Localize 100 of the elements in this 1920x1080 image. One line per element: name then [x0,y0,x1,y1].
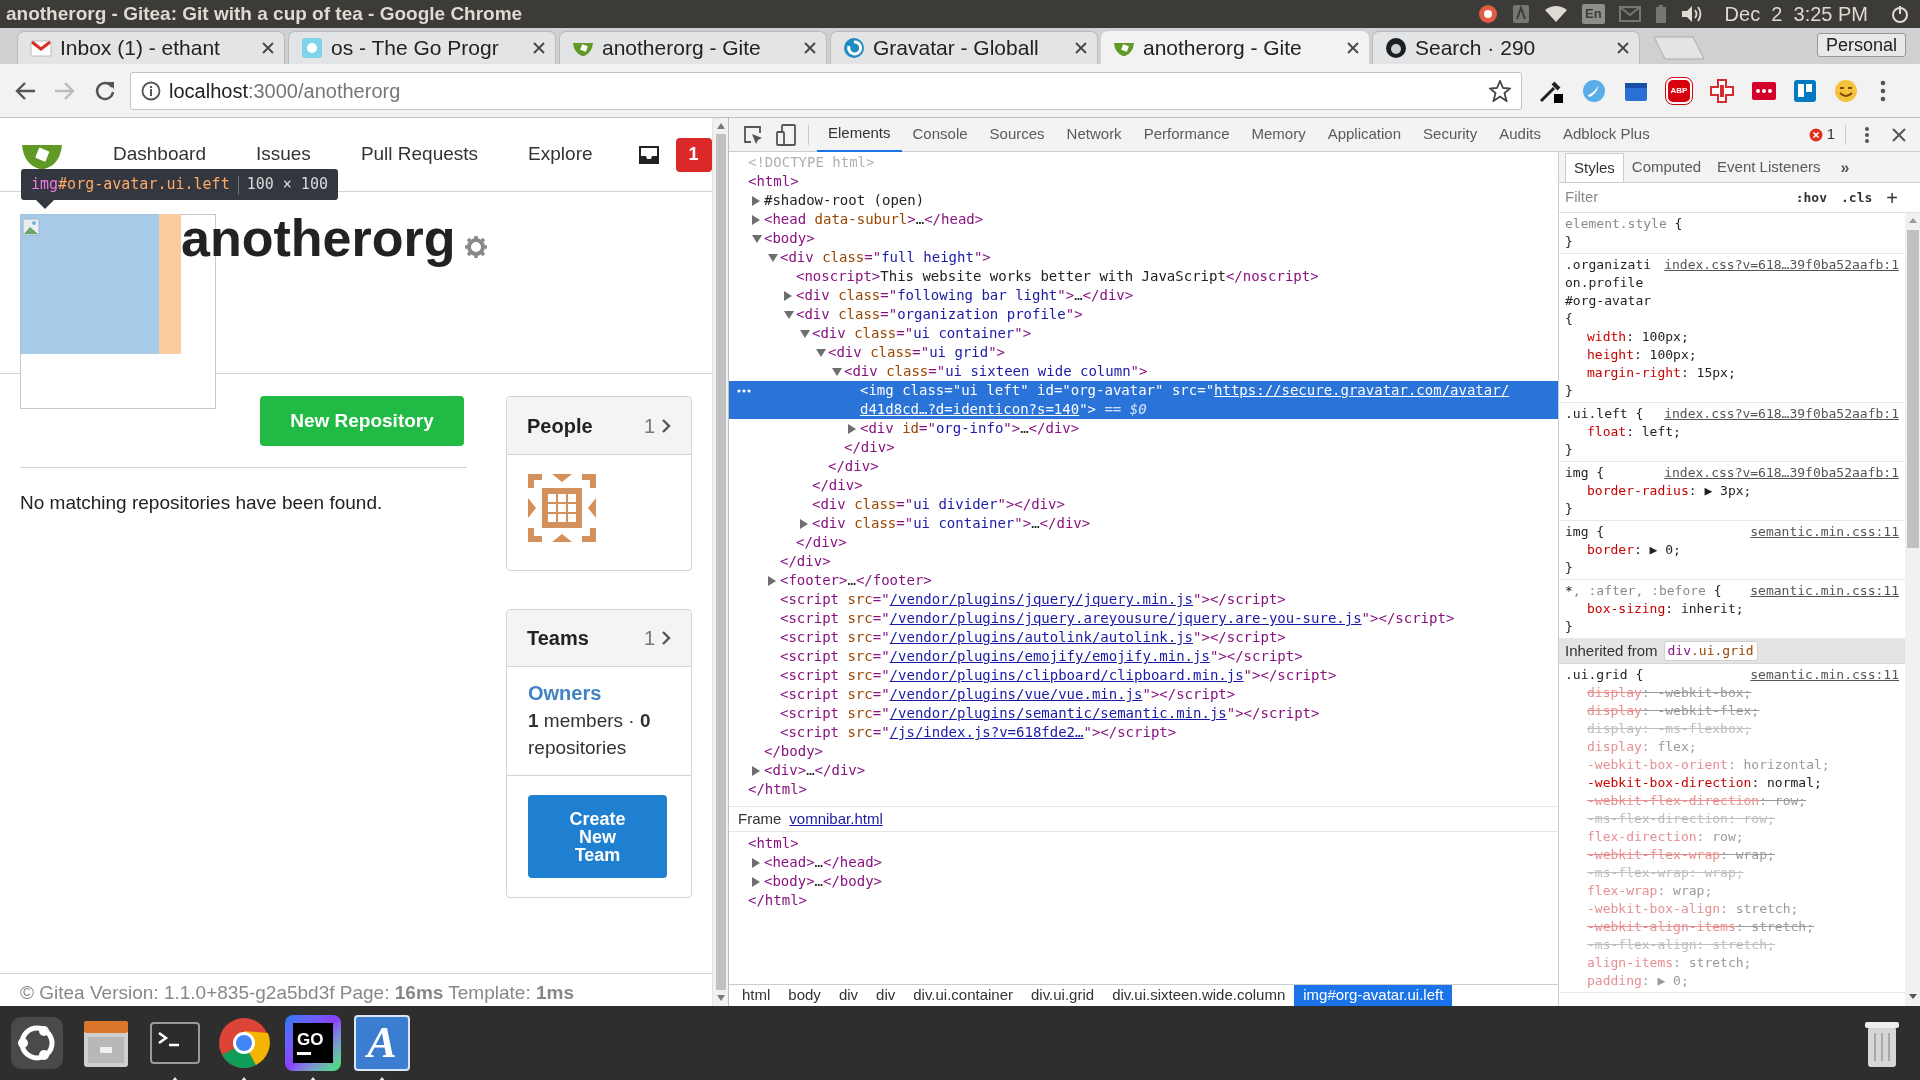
nav-link[interactable]: Dashboard [113,140,206,169]
css-declaration[interactable]: width: 100px; [1565,328,1899,346]
envelope-icon[interactable] [1618,6,1641,22]
cross-icon[interactable] [1710,78,1734,103]
dom-node[interactable]: <div class="full height"> [780,248,991,267]
css-declaration[interactable]: border-radius: ▶ 3px; [1565,482,1899,500]
dom-node[interactable]: <head data-suburl>…</head> [764,210,984,229]
dom-node[interactable]: <div class="ui divider"></div> [812,495,1065,514]
triangle-down-icon[interactable] [832,367,842,376]
breadcrumb[interactable]: img#org-avatar.ui.left [1294,985,1453,1006]
close-icon[interactable] [1892,127,1906,142]
triangle-down-icon[interactable] [816,348,826,357]
new-rule-button[interactable]: + [1886,187,1898,208]
dom-node[interactable]: <img class="ui left" id="org-avatar" src="https://secure.gravatar.com/avatar/ d41d8cd…?d=identicon?s=140"> == $0 [860,381,1558,419]
devtools-tab[interactable]: Sources [978,117,1056,152]
dom-node[interactable]: <div class="organization profile"> [796,305,1083,324]
nav-link[interactable]: Issues [255,140,311,169]
stylesheet-link[interactable]: semantic.min.css:11 [1750,666,1899,684]
close-icon[interactable] [804,42,816,54]
breadcrumb[interactable]: div.ui.sixteen.wide.column [1103,985,1295,1006]
battery-icon[interactable] [1654,4,1667,24]
notification-badge[interactable]: 1 [675,137,712,172]
breadcrumb[interactable]: div [867,985,905,1006]
dom-node[interactable]: <div id="org-info">…</div> [860,419,1080,438]
dom-node[interactable]: <div class="ui container">…</div> [812,514,1091,533]
devtools-tab[interactable]: Audits [1488,117,1552,152]
app-launcher[interactable]: A [354,1015,410,1071]
close-icon[interactable] [1617,42,1629,54]
more-icon[interactable] [737,389,751,393]
power-icon[interactable] [1890,4,1910,24]
devtools-tab[interactable]: Performance [1132,117,1241,152]
source-link[interactable]: /vendor/plugins/autolink/autolink.js [889,628,1194,647]
css-declaration[interactable]: border: ▶ 0; [1565,541,1899,559]
dom-node[interactable]: <head>…</head> [764,853,883,872]
chrome-icon[interactable] [216,1015,272,1071]
devtools-tab[interactable]: Memory [1240,117,1317,152]
triangle-down-icon[interactable] [800,329,810,338]
dom-node[interactable]: #shadow-root (open) [764,191,925,210]
clock[interactable]: Dec 2 3:25 PM [1724,0,1868,29]
styles-tab[interactable]: Styles [1565,153,1624,182]
close-icon[interactable] [533,42,545,54]
browser-tab[interactable]: Gravatar - Globall [830,31,1098,64]
dom-node[interactable]: <body>…</body> [764,872,883,891]
wifi-icon[interactable] [1543,5,1568,23]
dom-node[interactable]: <script src="/vendor/plugins/jquery/jquery.min.js"></script> [780,590,1286,609]
team-link[interactable]: Owners [528,680,670,707]
triangle-down-icon[interactable] [752,234,762,243]
stylesheet-link[interactable]: index.css?v=618…39f0ba52aafb:1 [1664,464,1899,482]
close-icon[interactable] [1075,42,1087,54]
dom-node[interactable]: <script src="/vendor/plugins/semantic/semantic.min.js"></script> [780,704,1320,723]
triangle-right-icon[interactable] [784,290,792,301]
create-team-button[interactable]: Create New Team [528,795,667,878]
dom-node[interactable]: <script src="/vendor/plugins/emojify/emojify.min.js"></script> [780,647,1303,666]
volume-icon[interactable] [1680,5,1703,23]
stylesheet-link[interactable]: semantic.min.css:11 [1750,523,1899,541]
dom-node[interactable]: <div class="ui sixteen wide column"> [844,362,1148,381]
source-link[interactable]: /js/index.js?v=618fde2… [889,723,1084,742]
dom-node[interactable]: <script src="/vendor/plugins/clipboard/clipboard.min.js"></script> [780,666,1337,685]
source-link[interactable]: /vendor/plugins/vue/vue.min.js [889,685,1143,704]
element-link[interactable]: div.ui.grid [1663,641,1758,661]
scroll-down-icon[interactable] [1907,993,1918,1000]
chevron-right-icon[interactable] [661,630,671,646]
devtools-tab[interactable]: Elements [817,117,902,152]
scrollbar-thumb[interactable] [715,134,726,990]
hover-state-toggle[interactable]: :hov [1795,187,1827,208]
source-link[interactable]: /vendor/plugins/jquery/jquery.min.js [889,590,1194,609]
chevron-right-icon[interactable] [661,417,671,434]
stylesheet-link[interactable]: index.css?v=618…39f0ba52aafb:1 [1664,405,1899,423]
dots-icon[interactable] [1752,80,1776,101]
source-link[interactable]: /vendor/plugins/clipboard/clipboard.min.js [889,666,1244,685]
breadcrumb[interactable]: html [733,985,780,1006]
dom-node[interactable]: <html> [748,172,799,191]
source-link[interactable]: /vendor/plugins/semantic/semantic.min.js [889,704,1227,723]
reload-icon[interactable] [94,79,116,102]
more-options-icon[interactable] [1864,125,1870,144]
browser-tab[interactable]: Search · 290 [1372,31,1640,64]
inspect-icon[interactable] [743,124,763,145]
css-declaration[interactable]: box-sizing: inherit; [1565,600,1899,618]
breadcrumb[interactable]: div.ui.container [904,985,1023,1006]
dom-node[interactable]: <html> [748,834,799,853]
circle-of-friends-icon[interactable] [9,1015,65,1071]
nav-link[interactable]: Pull Requests [360,140,479,169]
browser-tab[interactable]: anotherorg - Gite [1101,31,1369,64]
menu-icon[interactable] [1880,79,1886,102]
triangle-right-icon[interactable] [848,423,856,434]
notification-icon[interactable] [1477,4,1498,24]
nav-link[interactable]: Explore [528,140,593,169]
browser-tab[interactable]: os - The Go Progr [288,31,556,64]
inbox-icon[interactable] [638,145,659,164]
device-icon[interactable] [776,123,796,146]
adblock-button[interactable]: ABP [1666,77,1692,104]
scroll-up-icon[interactable] [715,122,726,130]
filter-field[interactable]: Filter [1565,186,1796,209]
browser-tab[interactable]: anotherorg - Gite [559,31,827,64]
dom-node[interactable]: <body> [764,229,815,248]
triangle-down-icon[interactable] [784,310,794,319]
more-tabs-button[interactable]: » [1828,153,1862,182]
css-declaration[interactable]: float: left; [1565,423,1899,441]
devtools-tab[interactable]: Application [1316,117,1413,152]
board-icon[interactable] [1794,79,1816,102]
